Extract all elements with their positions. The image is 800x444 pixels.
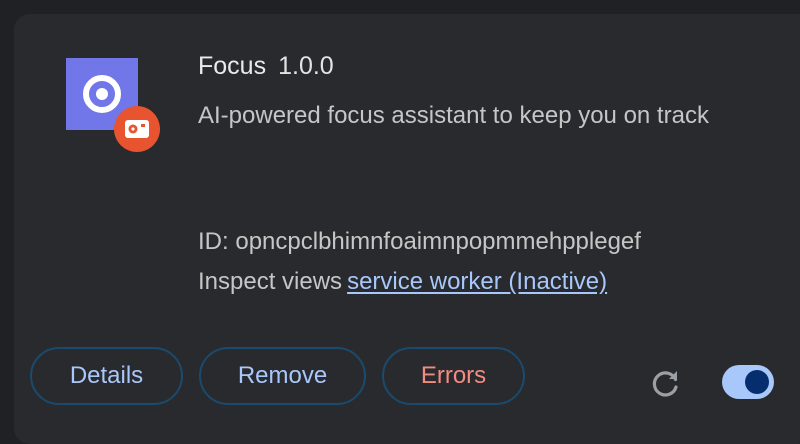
extension-name: Focus <box>198 52 267 80</box>
extension-card: Focus 1.0.0 AI-powered focus assistant to… <box>14 14 800 444</box>
extension-icon-group <box>66 58 160 152</box>
reload-icon[interactable] <box>646 363 686 403</box>
inspect-views-line: Inspect views service worker (Inactive) <box>198 268 607 296</box>
toggle-knob <box>745 370 769 394</box>
inspect-views-label: Inspect views <box>198 268 343 295</box>
remove-button[interactable]: Remove <box>199 347 366 405</box>
service-worker-link[interactable]: service worker (Inactive) <box>347 268 607 295</box>
policy-badge-icon <box>114 106 160 152</box>
errors-button[interactable]: Errors <box>382 347 525 405</box>
extension-description: AI-powered focus assistant to keep you o… <box>198 102 709 129</box>
enable-toggle[interactable] <box>722 365 774 399</box>
extension-title: Focus 1.0.0 <box>198 52 334 81</box>
id-label: ID: <box>198 228 229 255</box>
extension-id: opncpclbhimnfoaimnpopmmehpplegef <box>235 228 641 255</box>
extension-id-line: ID: opncpclbhimnfoaimnpopmmehpplegef <box>198 228 641 256</box>
extension-version: 1.0.0 <box>278 52 334 80</box>
details-button[interactable]: Details <box>30 347 183 405</box>
